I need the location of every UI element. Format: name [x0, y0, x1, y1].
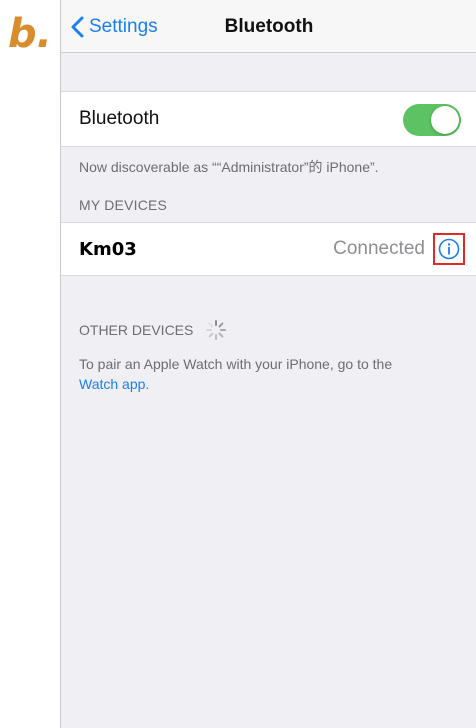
my-devices-header: MY DEVICES [79, 197, 168, 213]
device-status: Connected [333, 238, 425, 259]
discoverable-caption: Now discoverable as ““Administrator”的 iP… [79, 159, 379, 175]
pairing-instructions: To pair an Apple Watch with your iPhone,… [79, 354, 459, 394]
figure-label: b. [8, 11, 52, 57]
watch-app-link[interactable]: Watch app [79, 376, 145, 392]
pairing-period: . [145, 376, 150, 392]
device-name: Km03 [79, 239, 137, 260]
device-row-km03[interactable]: Km03 Connected [61, 222, 476, 276]
phone-screen: Settings Bluetooth Bluetooth Now discove… [60, 0, 476, 728]
other-devices-header: OTHER DEVICES [79, 319, 227, 341]
navigation-bar: Settings Bluetooth [61, 0, 476, 53]
bluetooth-label: Bluetooth [79, 108, 160, 129]
bluetooth-cell: Bluetooth [61, 91, 476, 147]
toggle-knob [431, 106, 459, 134]
page-title: Bluetooth [224, 16, 314, 37]
other-devices-label: OTHER DEVICES [79, 322, 194, 338]
device-info-button[interactable] [433, 233, 465, 265]
info-icon [438, 238, 460, 260]
bluetooth-toggle[interactable] [403, 104, 461, 136]
loading-spinner-icon [206, 320, 227, 340]
pairing-text: To pair an Apple Watch with your iPhone,… [79, 356, 393, 372]
